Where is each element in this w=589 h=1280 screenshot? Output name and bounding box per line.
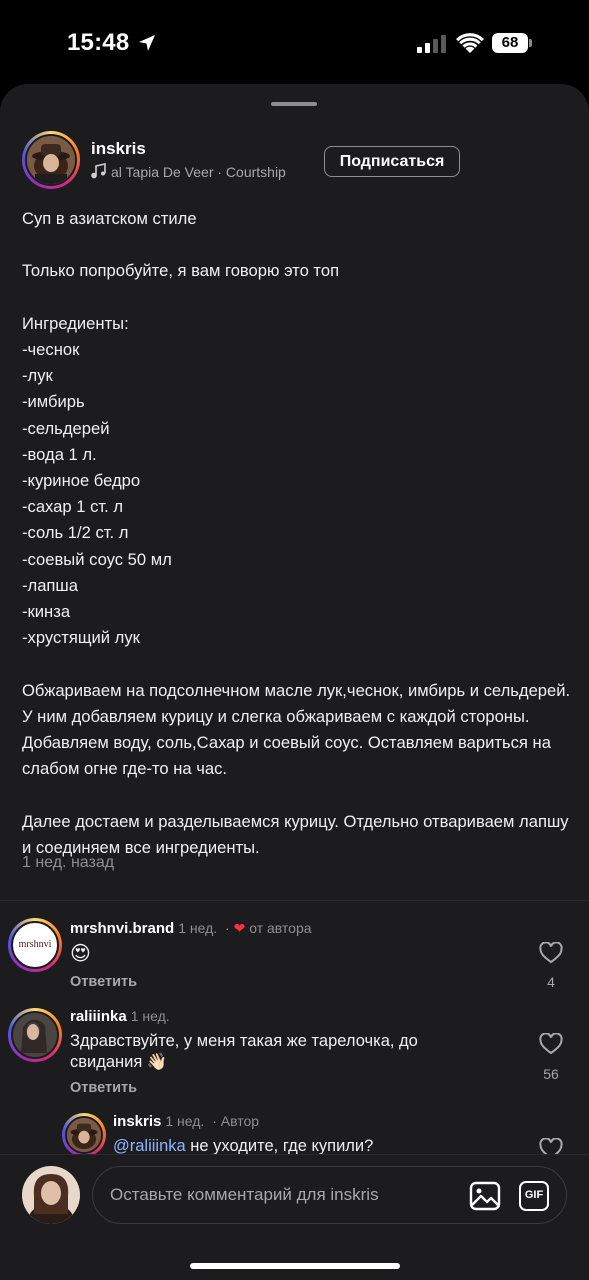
music-attribution[interactable]: al Tapia De Veer · Courtship: [91, 163, 306, 183]
comment-text-body: не уходите, где купили?: [185, 1137, 374, 1155]
like-count: 4: [547, 974, 555, 990]
comment-input-placeholder: Оставьте комментарий для inskris: [110, 1185, 379, 1204]
post-time: 1 нед. назад: [22, 854, 115, 871]
comment-username[interactable]: mrshnvi.brand 1 нед. · ❤ от автора: [70, 920, 312, 937]
comment-username-text: inskris: [113, 1113, 162, 1130]
comments-sheet: inskris al Tapia De Veer · Courtship Под…: [0, 84, 589, 1280]
battery-level: 68: [501, 34, 519, 51]
comment-input[interactable]: Оставьте комментарий для inskris GIF: [92, 1166, 567, 1224]
comment-username-text: mrshnvi.brand: [70, 920, 175, 937]
status-time: 15:48: [67, 29, 130, 56]
music-note-icon: [91, 163, 106, 179]
reply-button[interactable]: Ответить: [70, 1080, 137, 1096]
heart-icon[interactable]: [539, 1033, 563, 1055]
status-bar: 15:48 68: [0, 0, 589, 84]
comment-avatar[interactable]: [8, 1008, 62, 1062]
comment-text: Здравствуйте, у меня такая же тарелочка,…: [70, 1032, 418, 1071]
like-count: 56: [543, 1066, 559, 1082]
image-icon[interactable]: [469, 1181, 501, 1211]
music-track-label: al Tapia De Veer · Courtship: [111, 164, 286, 180]
gif-button[interactable]: GIF: [519, 1181, 549, 1211]
comment-text: 😍: [70, 943, 91, 965]
cell-signal-icon: [417, 35, 446, 53]
mention-link[interactable]: @raliiinka: [113, 1137, 186, 1155]
sheet-grabber[interactable]: [271, 102, 317, 106]
author-avatar[interactable]: [22, 131, 80, 189]
home-indicator: [190, 1263, 400, 1269]
wifi-icon: [456, 33, 484, 53]
comment-username-text: raliiinka: [70, 1008, 127, 1025]
current-user-avatar: [22, 1166, 80, 1224]
subscribe-button[interactable]: Подписаться: [324, 146, 460, 177]
post-author-username[interactable]: inskris: [91, 139, 146, 159]
comment-time: 1 нед.: [130, 1008, 170, 1024]
comment-composer: Оставьте комментарий для inskris GIF: [0, 1154, 589, 1280]
location-arrow-icon: [139, 35, 155, 51]
brand-logo: mrshnvi: [18, 939, 52, 950]
liked-by-author-badge: от автора: [249, 920, 312, 936]
comment-username[interactable]: inskris 1 нед. · Автор: [113, 1113, 259, 1130]
battery-icon: 68: [492, 33, 532, 53]
divider: [0, 900, 589, 901]
comment-time: 1 нед.: [165, 1113, 205, 1129]
author-badge: Автор: [220, 1113, 260, 1129]
comment-avatar[interactable]: mrshnvi: [8, 918, 62, 972]
reply-button[interactable]: Ответить: [70, 974, 137, 990]
comment-username[interactable]: raliiinka 1 нед.: [70, 1008, 170, 1025]
post-caption: Суп в азиатском стиле Только попробуйте,…: [22, 209, 571, 857]
comment-avatar[interactable]: [62, 1113, 106, 1157]
heart-icon[interactable]: [539, 942, 563, 964]
heart-filled-icon: ❤: [233, 920, 246, 936]
comment-time: 1 нед.: [178, 920, 218, 936]
